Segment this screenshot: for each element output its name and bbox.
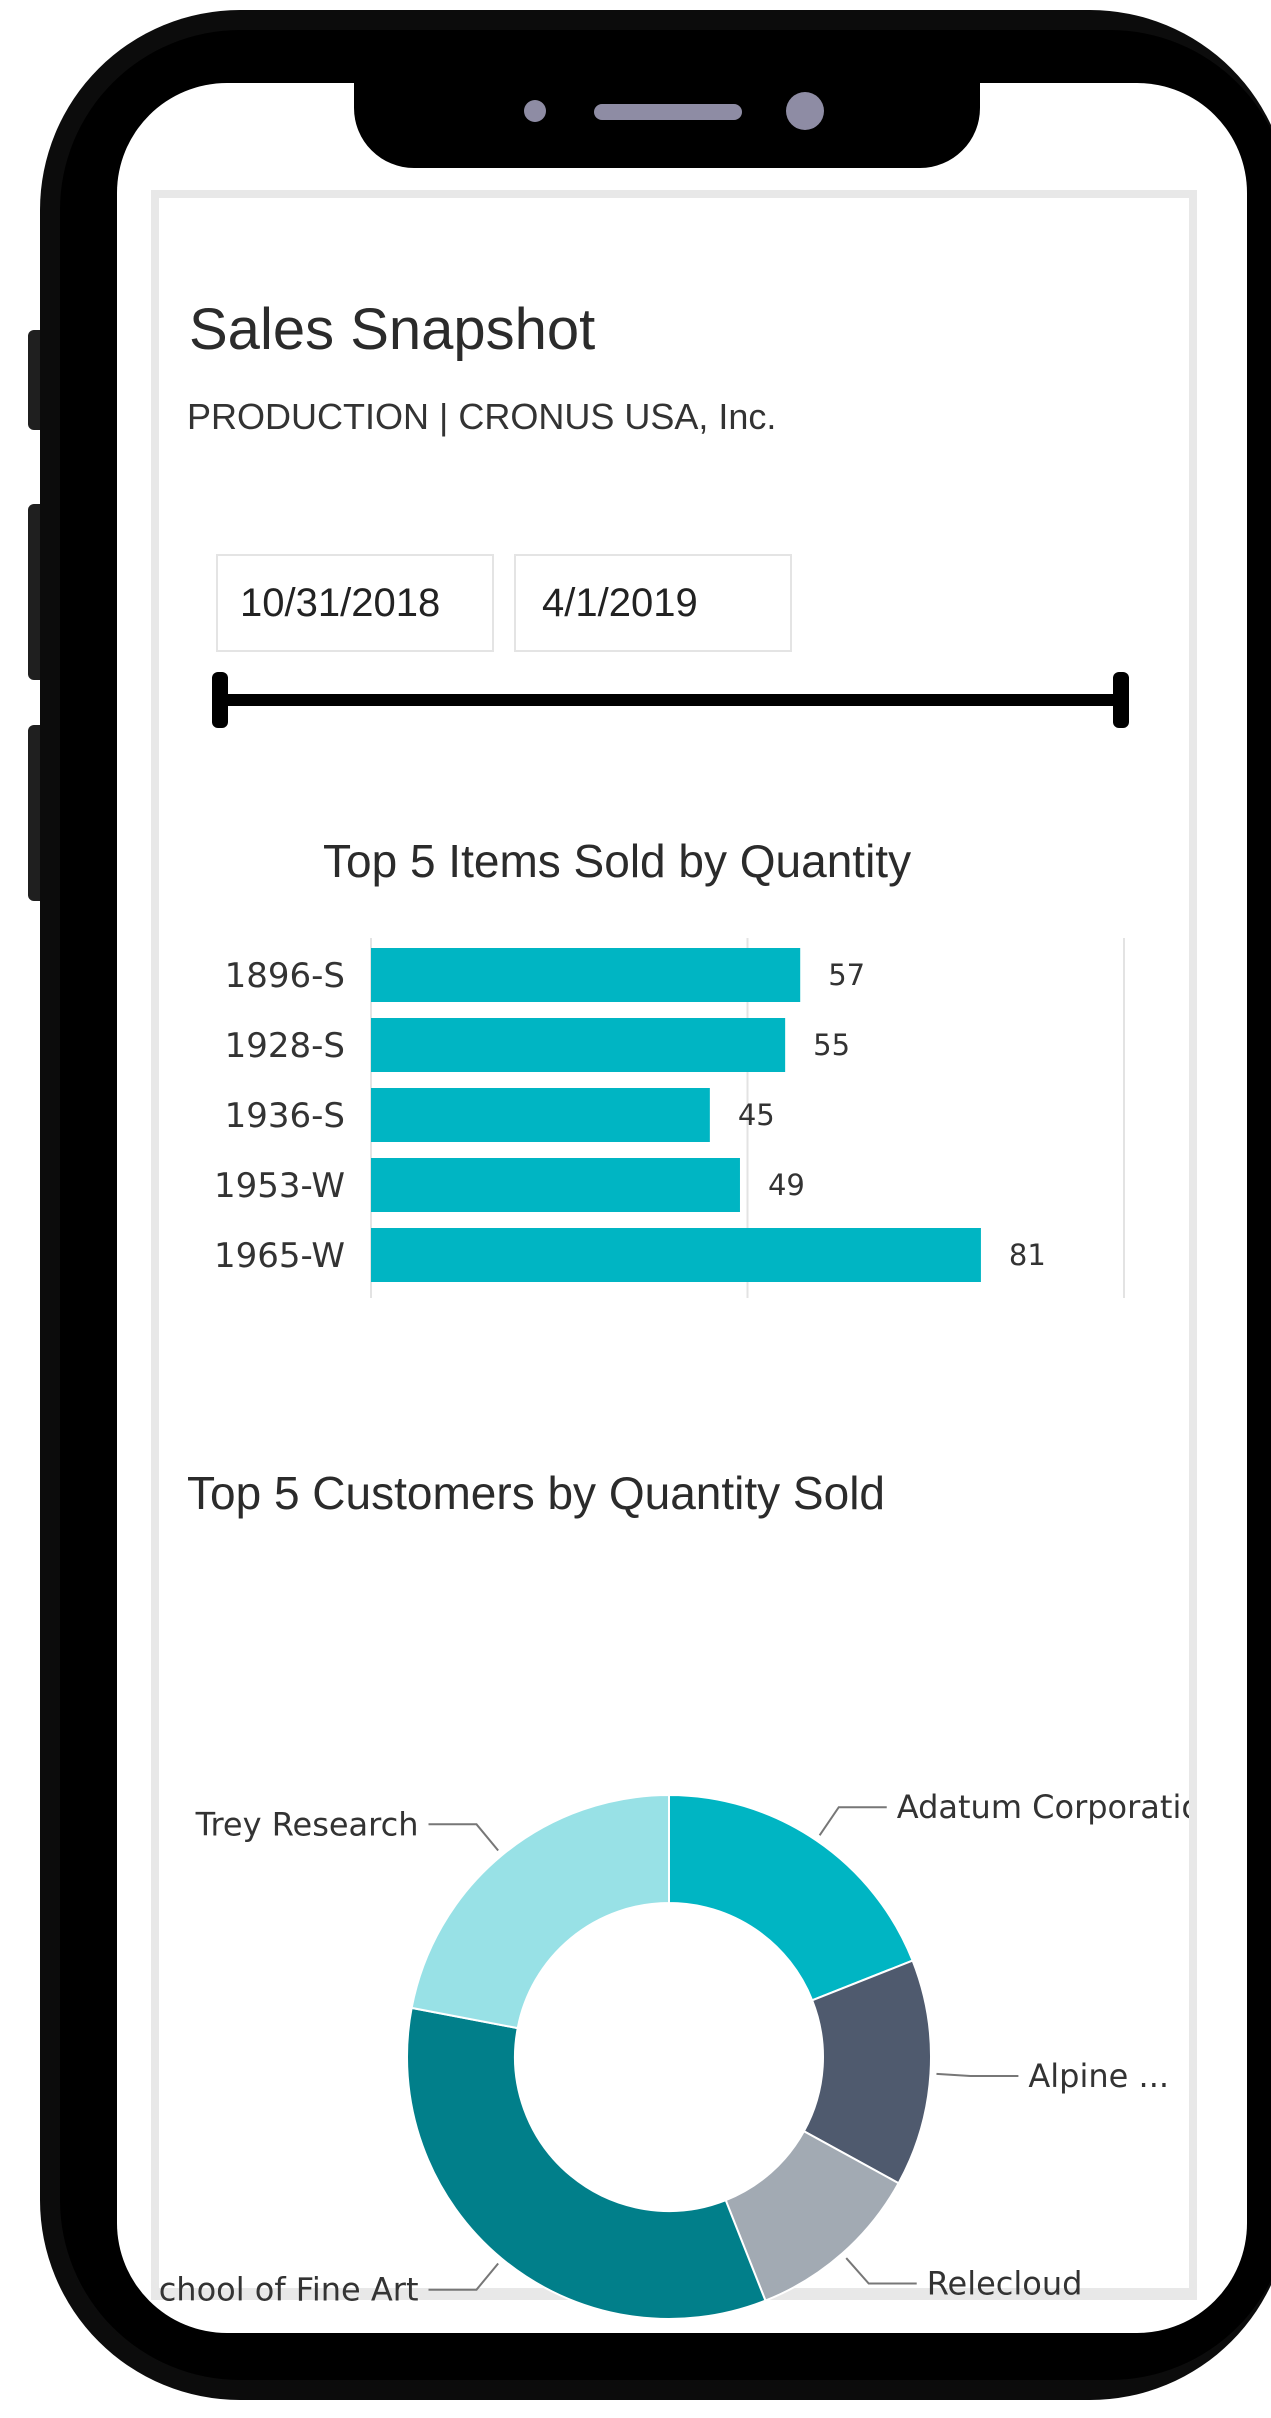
sensor-dot [524,100,546,122]
page-title: Sales Snapshot [189,297,596,362]
category-label: 1928-S [225,1026,345,1066]
donut-label: Trey Research [195,1805,419,1843]
bar-data-label: 57 [828,958,865,992]
leader-line [428,1823,499,1852]
bar-data-label: 55 [813,1028,850,1062]
donut-chart: Adatum Corporatio... Alpine ... Relecloud S… [159,1788,1189,2320]
donut-slice[interactable] [410,1793,670,2030]
bar-data-label: 49 [768,1168,805,1202]
speaker-grille [594,104,742,120]
category-label: 1896-S [225,956,345,996]
category-label: 1953-W [214,1166,345,1206]
bar-chart: 0501001896-S571928-S551936-S451953-W4919… [214,938,1125,1298]
category-label: 1965-W [214,1236,345,1276]
donut-slice[interactable] [406,2006,767,2320]
date-range-slider-track[interactable] [216,694,1128,706]
donut-slice[interactable] [668,1793,914,2002]
donut-chart-title: Top 5 Customers by Quantity Sold [187,1467,885,1519]
bar[interactable] [371,1018,786,1072]
bar-data-label: 81 [1009,1238,1046,1272]
bar-data-label: 45 [738,1098,775,1132]
end-date-input[interactable]: 4/1/2019 [514,554,792,652]
leader-line [428,2262,499,2291]
leader-line [818,1806,887,1836]
donut-label: Adatum Corporatio... [897,1788,1189,1826]
leader-line [845,2257,917,2285]
bar[interactable] [371,1228,981,1282]
bar[interactable] [371,1158,740,1212]
date-range-start-handle[interactable] [212,672,228,728]
leader-line [936,2072,1019,2077]
front-camera [786,92,824,130]
phone-notch [354,60,980,168]
start-date-input[interactable]: 10/31/2018 [216,554,494,652]
category-label: 1936-S [225,1096,345,1136]
donut-label: Alpine ... [1028,2057,1169,2095]
bar[interactable] [371,1088,710,1142]
donut-label: School of Fine Art [159,2271,418,2309]
bar[interactable] [371,948,801,1002]
page-subtitle: PRODUCTION | CRONUS USA, Inc. [187,396,777,437]
report-page: Sales Snapshot PRODUCTION | CRONUS USA, … [151,190,1197,2320]
donut-label: Relecloud [927,2265,1083,2303]
date-range-end-handle[interactable] [1113,672,1129,728]
bar-chart-title: Top 5 Items Sold by Quantity [323,835,912,887]
